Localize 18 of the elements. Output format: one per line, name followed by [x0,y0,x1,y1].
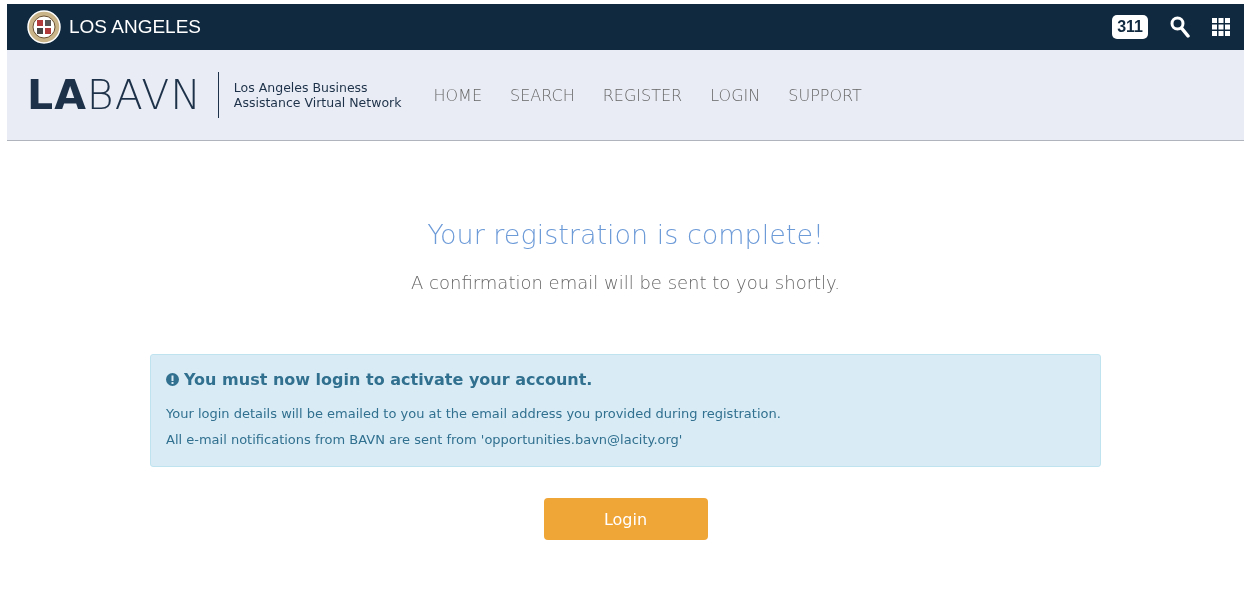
confirmation-message: A confirmation email will be sent to you shortly. [411,272,840,293]
alert-title: You must now login to activate your account. [184,370,593,389]
nav-link[interactable]: SEARCH [496,85,589,105]
search-icon[interactable] [1170,16,1190,38]
site-tagline: Los Angeles Business Assistance Virtual Network [232,80,403,110]
nav-link[interactable]: SUPPORT [774,85,876,105]
nav-link[interactable]: HOME [419,85,496,105]
site-logo[interactable]: LABAVN [27,72,219,118]
alert-text: All e-mail notifications from BAVN are sent from 'opportunities.bavn@lacity.org' [166,431,684,449]
page-heading: Your registration is complete! [427,219,824,250]
exclamation-icon [166,373,179,386]
apps-grid-icon[interactable] [1212,18,1230,36]
nav-link[interactable]: LOGIN [696,85,775,105]
city-name[interactable]: LOS ANGELES [69,16,201,38]
nav-link[interactable]: REGISTER [588,85,697,105]
311-badge[interactable]: 311 [1112,15,1148,39]
city-seal-icon[interactable] [27,10,61,44]
alert-text: Your login details will be emailed to you at the email address you provided during registration. [166,405,782,423]
